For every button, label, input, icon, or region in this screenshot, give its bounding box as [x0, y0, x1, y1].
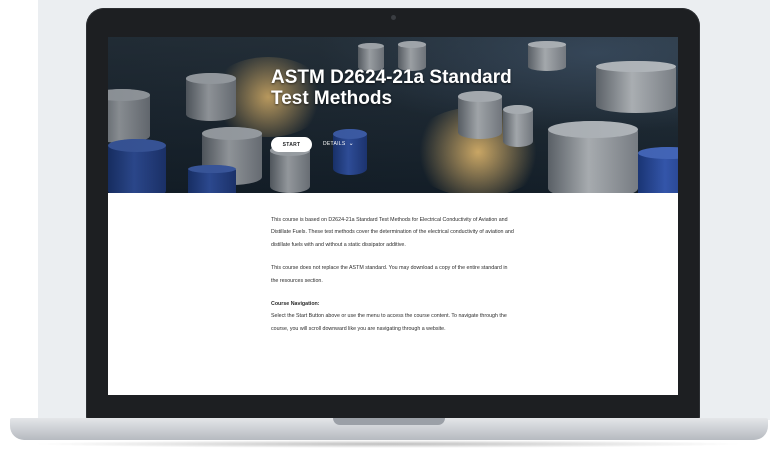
laptop-screen: ASTM D2624-21a Standard Test Methods STA… — [108, 37, 678, 395]
details-label: DETAILS — [323, 141, 346, 147]
camera-icon — [390, 15, 396, 20]
hero-overlay — [108, 37, 678, 193]
trackpad-notch — [333, 418, 445, 425]
start-button[interactable]: START — [271, 137, 312, 152]
course-description: This course is based on D2624-21a Standa… — [271, 214, 516, 335]
laptop-base — [10, 418, 768, 440]
hero-banner: ASTM D2624-21a Standard Test Methods STA… — [108, 37, 678, 193]
details-button[interactable]: DETAILS ⌄ — [323, 140, 354, 150]
chevron-down-icon: ⌄ — [348, 141, 354, 147]
course-title: ASTM D2624-21a Standard Test Methods — [271, 67, 512, 109]
laptop-shadow — [30, 440, 746, 448]
navigation-heading: Course Navigation: — [271, 301, 320, 308]
intro-paragraph: This course is based on D2624-21a Standa… — [271, 217, 514, 248]
navigation-text: Select the Start Button above or use the… — [271, 313, 507, 332]
standard-note-paragraph: This course does not replace the ASTM st… — [271, 265, 508, 284]
